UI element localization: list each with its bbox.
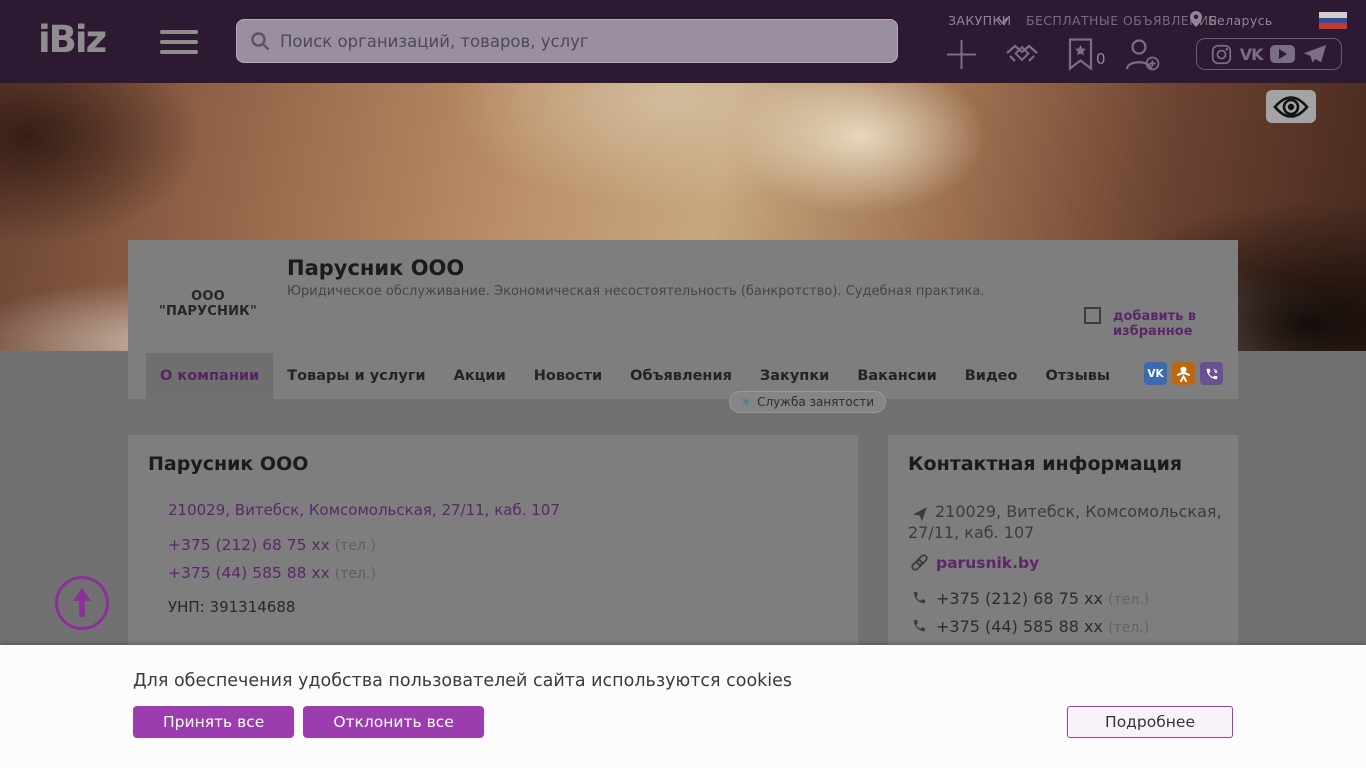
- search-icon: [250, 31, 270, 51]
- arrow-up-icon: [71, 588, 93, 618]
- company-unp: УНП: 391314688: [168, 598, 295, 616]
- company-tabs: О компании Товары и услуги Акции Новости…: [128, 353, 1238, 399]
- contact-phone-row: +375 (212) 68 75 xx (тел.): [936, 589, 1149, 608]
- youtube-icon[interactable]: [1270, 45, 1295, 63]
- chevron-down-icon: [997, 17, 1008, 25]
- nav-region[interactable]: Беларусь: [1208, 13, 1273, 28]
- profile-add-icon[interactable]: [1124, 38, 1160, 72]
- add-plus-icon[interactable]: [946, 39, 977, 70]
- about-title: Парусник ООО: [148, 453, 308, 475]
- instagram-icon[interactable]: [1211, 44, 1232, 65]
- vk-icon[interactable]: VK: [1144, 362, 1167, 385]
- tab-reviews[interactable]: Отзывы: [1031, 353, 1124, 399]
- cookie-details-button[interactable]: Подробнее: [1067, 706, 1233, 738]
- bookmarks-count: 0: [1096, 50, 1106, 68]
- cookie-message: Для обеспечения удобства пользователей с…: [133, 671, 792, 691]
- cookie-accept-button[interactable]: Принять все: [133, 706, 294, 738]
- phone-link[interactable]: +375 (212) 68 75 xx: [168, 536, 330, 554]
- about-phone-row: +375 (44) 585 88 xx (тел.): [168, 564, 376, 582]
- tab-news[interactable]: Новости: [520, 353, 616, 399]
- viber-icon[interactable]: [1200, 362, 1223, 385]
- cookie-consent-banner: Для обеспечения удобства пользователей с…: [0, 645, 1366, 768]
- about-phone-row: +375 (212) 68 75 xx (тел.): [168, 536, 376, 554]
- tab-video[interactable]: Видео: [951, 353, 1032, 399]
- eye-icon: [1273, 95, 1309, 119]
- company-header-card: ООО "ПАРУСНИК" Парусник ООО Юридическое …: [128, 240, 1238, 399]
- favorite-label[interactable]: добавить в избранное: [1113, 309, 1238, 339]
- odnoklassniki-icon[interactable]: [1172, 362, 1195, 385]
- header-social-links: VK: [1196, 38, 1342, 70]
- scroll-to-top-button[interactable]: [55, 576, 109, 630]
- company-description: Юридическое обслуживание. Экономическая …: [287, 284, 984, 299]
- tab-ads[interactable]: Объявления: [616, 353, 746, 399]
- company-logo-text: ООО "ПАРУСНИК": [146, 289, 270, 319]
- employment-service-icon: ✳: [741, 395, 751, 409]
- phone-icon: [912, 618, 927, 633]
- about-address-link[interactable]: 210029, Витебск, Комсомольская, 27/11, к…: [168, 501, 560, 519]
- vk-icon[interactable]: VK: [1240, 45, 1263, 64]
- location-pin-icon: [1190, 11, 1202, 27]
- company-website-link[interactable]: parusnik.by: [936, 554, 1039, 572]
- phone-link[interactable]: +375 (44) 585 88 xx: [168, 564, 330, 582]
- contact-title: Контактная информация: [908, 453, 1182, 475]
- language-flag-ru[interactable]: [1319, 12, 1347, 29]
- employment-service-badge: ✳ Служба занятости: [729, 391, 886, 413]
- phone-icon: [912, 590, 927, 605]
- cookie-decline-button[interactable]: Отклонить все: [303, 706, 483, 738]
- top-header: iBiz ЗАКУПКИ БЕСПЛАТНЫЕ ОБЪЯВЛЕНИЯ Белар…: [0, 0, 1366, 83]
- favorite-checkbox[interactable]: [1084, 307, 1101, 324]
- search-bar: [236, 19, 898, 63]
- company-title: Парусник ООО: [287, 256, 464, 280]
- site-logo[interactable]: iBiz: [38, 18, 105, 61]
- tab-promos[interactable]: Акции: [440, 353, 520, 399]
- search-input[interactable]: [280, 32, 884, 51]
- link-icon: [910, 553, 929, 572]
- nav-free-ads[interactable]: БЕСПЛАТНЫЕ ОБЪЯВЛЕНИЯ: [1026, 13, 1218, 28]
- tab-products[interactable]: Товары и услуги: [273, 353, 439, 399]
- hamburger-menu-icon[interactable]: [160, 30, 198, 60]
- company-social-links: VK: [1144, 362, 1223, 385]
- telegram-icon[interactable]: [1303, 43, 1327, 65]
- bookmarks-icon[interactable]: [1068, 38, 1093, 71]
- contact-address: 210029, Витебск, Комсомольская, 27/11, к…: [908, 501, 1222, 543]
- contact-phone-row: +375 (44) 585 88 xx (тел.): [936, 617, 1149, 636]
- handshake-icon[interactable]: [1003, 42, 1041, 68]
- tab-about[interactable]: О компании: [146, 353, 273, 399]
- accessibility-eye-button[interactable]: [1266, 90, 1316, 123]
